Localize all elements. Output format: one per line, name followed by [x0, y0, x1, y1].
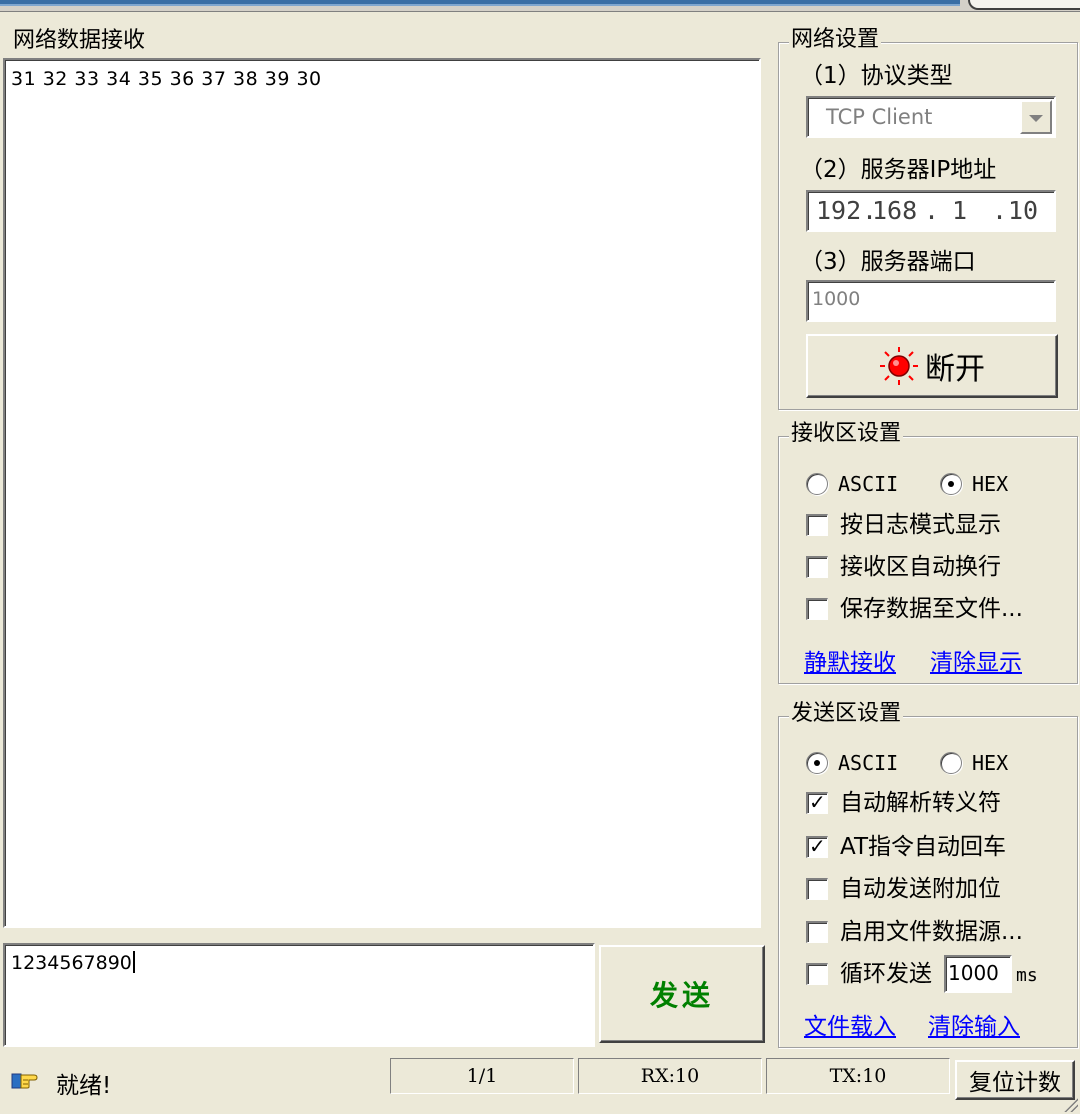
send-hex-radio[interactable]	[940, 752, 962, 774]
checkmark-icon: ✓	[809, 790, 826, 814]
red-led-icon	[879, 346, 919, 386]
file-data-source-label: 启用文件数据源...	[840, 919, 1023, 945]
at-auto-return-label: AT指令自动回车	[840, 834, 1006, 860]
pointing-hand-icon	[10, 1066, 40, 1092]
tx-value: TX:10	[829, 1065, 887, 1087]
send-ascii-radio[interactable]	[806, 752, 828, 774]
auto-escape-label: 自动解析转义符	[840, 790, 1001, 816]
rx-value: RX:10	[640, 1065, 700, 1087]
recv-save-file-label: 保存数据至文件...	[840, 596, 1023, 622]
protocol-select[interactable]: TCP Client	[806, 96, 1056, 138]
disconnect-button[interactable]: 断开	[806, 334, 1058, 398]
page-indicator: 1/1	[390, 1058, 574, 1094]
ip-octet-2[interactable]: 168	[872, 196, 917, 225]
rx-counter: RX:10	[578, 1058, 762, 1094]
ip-octet-3[interactable]: 1	[952, 196, 967, 225]
file-data-source-checkbox[interactable]	[806, 921, 828, 943]
protocol-value: TCP Client	[826, 105, 933, 129]
resize-grip[interactable]	[1064, 1098, 1078, 1112]
recv-ascii-label: ASCII	[838, 472, 899, 496]
server-port-input[interactable]: 1000	[806, 280, 1056, 322]
ip-octet-4[interactable]: 10	[1008, 196, 1038, 225]
loop-interval-value: 1000	[948, 961, 999, 985]
clear-display-link[interactable]: 清除显示	[930, 643, 1022, 677]
text-caret	[132, 951, 135, 973]
loop-send-label: 循环发送	[840, 961, 932, 987]
window-corner	[968, 0, 1080, 10]
send-input-value: 1234567890	[11, 952, 132, 974]
send-settings-title: 发送区设置	[789, 701, 904, 727]
ip-dot-2: .	[924, 196, 940, 225]
recv-hex-label: HEX	[972, 472, 1009, 496]
receive-textarea[interactable]: 31 32 33 34 35 36 37 38 39 30	[3, 58, 761, 928]
send-input[interactable]: 1234567890	[3, 943, 595, 1047]
recv-log-mode-label: 按日志模式显示	[840, 512, 1001, 538]
receive-title: 网络数据接收	[11, 28, 148, 54]
server-port-label: （3）服务器端口	[800, 249, 976, 275]
reset-count-button[interactable]: 复位计数	[955, 1060, 1075, 1100]
file-load-link[interactable]: 文件载入	[804, 1007, 896, 1041]
recv-ascii-radio[interactable]	[806, 473, 828, 495]
title-bar-edge	[0, 0, 960, 6]
checkmark-icon: ✓	[809, 834, 826, 858]
loop-send-checkbox[interactable]	[806, 963, 828, 985]
server-ip-input[interactable]: 192 . 168 . 1 . 10	[806, 190, 1056, 232]
server-ip-label: （2）服务器IP地址	[800, 157, 997, 183]
status-text: 就绪!	[56, 1073, 112, 1099]
send-hex-label: HEX	[972, 751, 1009, 775]
ip-octet-1[interactable]: 192	[816, 196, 861, 225]
reset-count-label: 复位计数	[969, 1070, 1061, 1096]
window-top-strip	[0, 0, 1080, 12]
ip-dot-3: .	[992, 196, 1008, 225]
disconnect-label: 断开	[925, 352, 985, 387]
recv-save-file-checkbox[interactable]	[806, 598, 828, 620]
auto-append-bits-label: 自动发送附加位	[840, 876, 1001, 902]
send-button[interactable]: 发送	[599, 945, 765, 1043]
at-auto-return-checkbox[interactable]: ✓	[806, 834, 828, 858]
page-value: 1/1	[466, 1065, 498, 1087]
send-button-label: 发送	[649, 979, 714, 1012]
recv-auto-wrap-checkbox[interactable]	[806, 556, 828, 578]
silent-receive-link[interactable]: 静默接收	[804, 643, 896, 677]
loop-unit-label: ms	[1016, 965, 1038, 986]
clear-input-link[interactable]: 清除输入	[928, 1007, 1020, 1041]
server-port-value: 1000	[812, 288, 861, 310]
recv-log-mode-checkbox[interactable]	[806, 514, 828, 536]
receive-settings-title: 接收区设置	[789, 421, 904, 447]
protocol-label: （1）协议类型	[800, 63, 953, 89]
tx-counter: TX:10	[766, 1058, 950, 1094]
send-ascii-label: ASCII	[838, 751, 899, 775]
receive-content: 31 32 33 34 35 36 37 38 39 30	[11, 68, 322, 90]
loop-interval-input[interactable]: 1000	[944, 955, 1012, 993]
network-settings-title: 网络设置	[789, 27, 882, 53]
chevron-down-icon[interactable]	[1020, 100, 1052, 134]
auto-escape-checkbox[interactable]: ✓	[806, 790, 828, 814]
recv-hex-radio[interactable]	[940, 473, 962, 495]
recv-auto-wrap-label: 接收区自动换行	[840, 554, 1001, 580]
auto-append-bits-checkbox[interactable]	[806, 878, 828, 900]
